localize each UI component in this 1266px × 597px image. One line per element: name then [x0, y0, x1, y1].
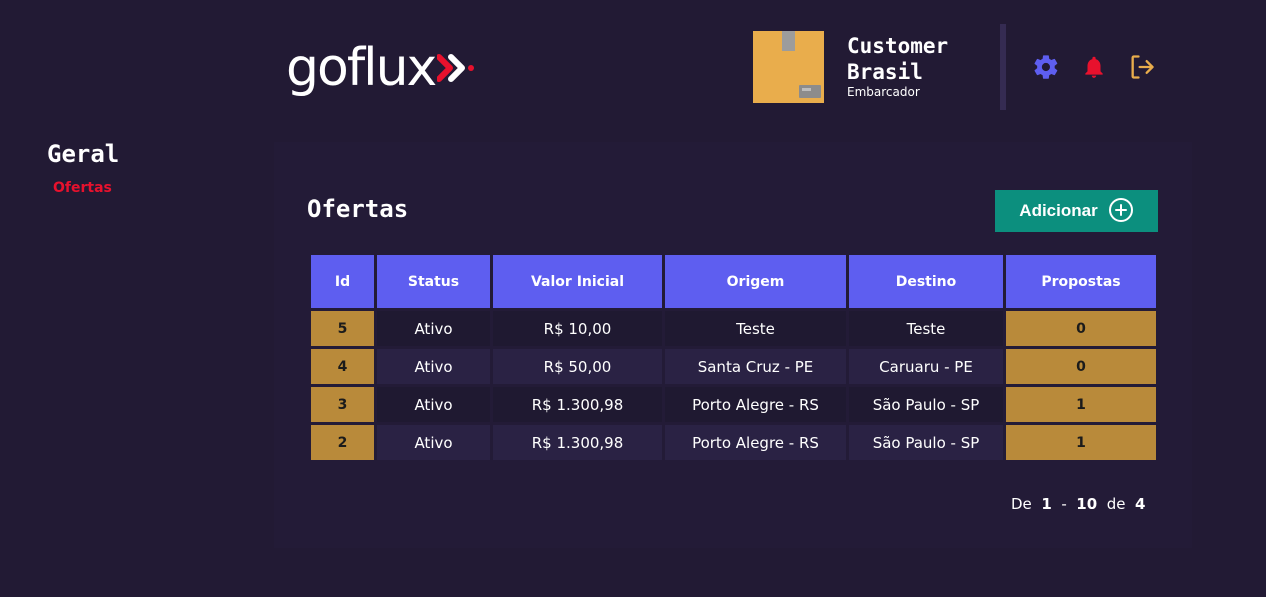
- box-tape: [782, 31, 795, 51]
- avatar: [753, 31, 824, 103]
- pagination-sep: -: [1061, 495, 1067, 513]
- gear-icon[interactable]: [1031, 52, 1061, 82]
- add-button[interactable]: Adicionar: [995, 190, 1158, 232]
- pagination-to: 10: [1076, 495, 1098, 513]
- cell-origem: Porto Alegre - RS: [665, 425, 846, 460]
- column-header-status[interactable]: Status: [377, 255, 490, 308]
- table-row[interactable]: 4 Ativo R$ 50,00 Santa Cruz - PE Caruaru…: [311, 349, 1156, 384]
- cell-valor: R$ 50,00: [493, 349, 662, 384]
- table-header-row: Id Status Valor Inicial Origem Destino P…: [311, 255, 1156, 308]
- column-header-propostas[interactable]: Propostas: [1006, 255, 1156, 308]
- cell-status: Ativo: [377, 387, 490, 422]
- cell-status: Ativo: [377, 349, 490, 384]
- cell-valor: R$ 1.300,98: [493, 425, 662, 460]
- goflux-logo[interactable]: goflux: [286, 38, 477, 98]
- cell-id: 4: [311, 349, 374, 384]
- plus-circle-icon: [1108, 197, 1134, 226]
- page-title: Ofertas: [307, 195, 409, 223]
- cell-propostas[interactable]: 0: [1006, 311, 1156, 346]
- user-name: Customer Brasil: [847, 34, 949, 84]
- pagination: De 1 - 10 de 4: [1011, 495, 1145, 513]
- cell-status: Ativo: [377, 425, 490, 460]
- box-label: [799, 85, 821, 98]
- logo-text: goflux: [286, 38, 437, 98]
- logo-chevrons-icon: [437, 52, 477, 84]
- cell-destino: Caruaru - PE: [849, 349, 1003, 384]
- sidebar-section-title: Geral: [47, 140, 120, 168]
- cell-id: 3: [311, 387, 374, 422]
- cell-destino: São Paulo - SP: [849, 387, 1003, 422]
- sidebar-item-ofertas[interactable]: Ofertas: [53, 180, 112, 196]
- cell-status: Ativo: [377, 311, 490, 346]
- cell-id: 2: [311, 425, 374, 460]
- pagination-of-label: de: [1106, 495, 1126, 513]
- column-header-valor[interactable]: Valor Inicial: [493, 255, 662, 308]
- cell-valor: R$ 10,00: [493, 311, 662, 346]
- cell-origem: Teste: [665, 311, 846, 346]
- cell-valor: R$ 1.300,98: [493, 387, 662, 422]
- cell-propostas[interactable]: 1: [1006, 387, 1156, 422]
- pagination-prefix: De: [1011, 495, 1032, 513]
- cell-id: 5: [311, 311, 374, 346]
- column-header-origem[interactable]: Origem: [665, 255, 846, 308]
- cell-destino: São Paulo - SP: [849, 425, 1003, 460]
- cell-destino: Teste: [849, 311, 1003, 346]
- column-header-id[interactable]: Id: [311, 255, 374, 308]
- add-button-label: Adicionar: [1019, 201, 1098, 220]
- user-role: Embarcador: [847, 85, 920, 99]
- table-row[interactable]: 3 Ativo R$ 1.300,98 Porto Alegre - RS Sã…: [311, 387, 1156, 422]
- logout-icon[interactable]: [1127, 52, 1157, 82]
- pagination-from: 1: [1041, 495, 1052, 513]
- table-row[interactable]: 5 Ativo R$ 10,00 Teste Teste 0: [311, 311, 1156, 346]
- cell-propostas[interactable]: 0: [1006, 349, 1156, 384]
- table-row[interactable]: 2 Ativo R$ 1.300,98 Porto Alegre - RS Sã…: [311, 425, 1156, 460]
- cell-origem: Porto Alegre - RS: [665, 387, 846, 422]
- cell-propostas[interactable]: 1: [1006, 425, 1156, 460]
- header-divider: [1000, 24, 1006, 110]
- pagination-total: 4: [1135, 495, 1146, 513]
- offers-table: Id Status Valor Inicial Origem Destino P…: [308, 252, 1159, 463]
- cell-origem: Santa Cruz - PE: [665, 349, 846, 384]
- column-header-destino[interactable]: Destino: [849, 255, 1003, 308]
- bell-icon[interactable]: [1079, 52, 1109, 82]
